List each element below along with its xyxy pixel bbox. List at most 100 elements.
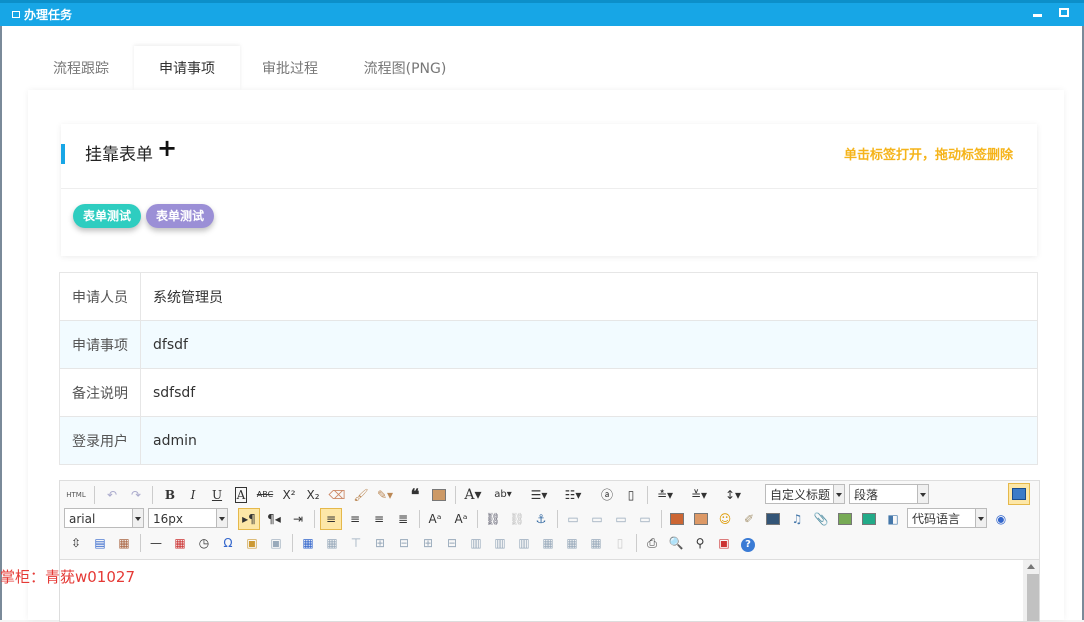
paragraph-select[interactable]: 段落	[849, 484, 929, 504]
strikethrough-icon[interactable]: ABC	[255, 485, 275, 505]
form-tag[interactable]: 表单测试	[146, 204, 215, 228]
justify-icon[interactable]: ≣	[393, 509, 413, 529]
help-icon[interactable]: ?	[738, 533, 758, 553]
font-color-icon[interactable]: A▾	[463, 485, 483, 505]
font-border-icon[interactable]: A	[231, 485, 251, 505]
search-replace-icon[interactable]: ⚲	[690, 533, 710, 553]
maximize-button[interactable]	[1059, 8, 1069, 17]
insert-image-icon[interactable]	[691, 509, 711, 529]
code-language-select[interactable]: 代码语言	[907, 508, 987, 528]
align-left-icon[interactable]: ≡	[320, 508, 342, 530]
table-row: 申请人员 系统管理员	[59, 272, 1038, 321]
simple-upload-icon[interactable]	[667, 509, 687, 529]
lowercase-icon[interactable]: Aᵃ	[451, 509, 471, 529]
background-icon[interactable]: ▦	[114, 533, 134, 553]
card-hint: 单击标签打开，拖动标签删除	[843, 148, 1013, 163]
redo-icon[interactable]: ↷	[126, 485, 146, 505]
format-brush-icon[interactable]: 🖌	[351, 485, 371, 505]
scrawl-icon[interactable]: ✐	[739, 509, 759, 529]
google-map-icon[interactable]	[859, 509, 879, 529]
unlink-icon[interactable]: ⛓	[507, 509, 527, 529]
split-cells-icon[interactable]: ▦	[538, 533, 558, 553]
font-size-select[interactable]: 16px	[148, 508, 228, 528]
link-icon[interactable]: ⛓	[483, 509, 503, 529]
tab-application-items[interactable]: 申请事项	[134, 46, 240, 90]
music-icon[interactable]: ♫	[787, 509, 807, 529]
map-icon[interactable]	[835, 509, 855, 529]
italic-icon[interactable]: I	[183, 485, 203, 505]
chart-icon[interactable]: ▯	[610, 533, 630, 553]
snapscreen-icon[interactable]: ▣	[242, 533, 262, 553]
split-rows-icon[interactable]: ▦	[562, 533, 582, 553]
image-center-icon[interactable]: ▭	[635, 509, 655, 529]
delete-col-icon[interactable]: ⊟	[442, 533, 462, 553]
scroll-thumb[interactable]	[1027, 574, 1039, 621]
bold-icon[interactable]: B	[160, 485, 180, 505]
ltr-direction-icon[interactable]: ▸¶	[238, 508, 260, 530]
page-break-icon[interactable]: ◉	[991, 509, 1011, 529]
image-left-icon[interactable]: ▭	[587, 509, 607, 529]
delete-table-icon[interactable]: ▦	[322, 533, 342, 553]
special-chars-icon[interactable]: Ω	[218, 533, 238, 553]
template-icon[interactable]: ▤	[90, 533, 110, 553]
line-height-icon[interactable]: ↕▾	[723, 485, 743, 505]
split-cols-icon[interactable]: ▦	[586, 533, 606, 553]
tab-process-tracking[interactable]: 流程跟踪	[30, 46, 132, 90]
blockquote-icon[interactable]: ❝	[405, 485, 425, 505]
editor-scrollbar[interactable]	[1023, 560, 1039, 621]
html-source-button[interactable]: HTML	[66, 485, 86, 505]
attachment-icon[interactable]: 📎	[811, 509, 831, 529]
align-right-icon[interactable]: ≡	[369, 509, 389, 529]
font-family-select[interactable]: arial	[64, 508, 144, 528]
uppercase-icon[interactable]: Aᵃ	[425, 509, 445, 529]
date-icon[interactable]: ▦	[170, 533, 190, 553]
custom-heading-select[interactable]: 自定义标题	[765, 484, 845, 504]
form-tag[interactable]: 表单测试	[73, 204, 142, 228]
image-none-icon[interactable]: ▭	[563, 509, 583, 529]
time-icon[interactable]: ◷	[194, 533, 214, 553]
insert-col-icon[interactable]: ⊞	[418, 533, 438, 553]
undo-icon[interactable]: ↶	[102, 485, 122, 505]
insert-frame-icon[interactable]: ◧	[883, 509, 903, 529]
merge-cells-icon[interactable]: ▥	[466, 533, 486, 553]
image-right-icon[interactable]: ▭	[611, 509, 631, 529]
merge-down-icon[interactable]: ▥	[514, 533, 534, 553]
add-form-icon[interactable]: +	[157, 136, 177, 160]
row-spacing-top-icon[interactable]: ≛▾	[655, 485, 675, 505]
scroll-up-icon[interactable]	[1027, 564, 1035, 569]
underline-icon[interactable]: U	[207, 485, 227, 505]
eraser-icon[interactable]: ⌫	[327, 485, 347, 505]
indent-icon[interactable]: ⇥	[288, 509, 308, 529]
tab-approval-process[interactable]: 审批过程	[240, 46, 340, 90]
minimize-button[interactable]	[1033, 14, 1042, 17]
auto-format-icon[interactable]: ✎▾	[375, 485, 395, 505]
insert-paragraph-before-table-icon[interactable]: ⊤	[346, 533, 366, 553]
print-icon[interactable]: ⎙	[642, 533, 662, 553]
clear-document-icon[interactable]: ▯	[621, 485, 641, 505]
insert-table-icon[interactable]: ▦	[298, 533, 318, 553]
tab-flowchart-png[interactable]: 流程图(PNG)	[350, 46, 460, 90]
unordered-list-icon[interactable]: ☷▾	[563, 485, 583, 505]
emotion-icon[interactable]: ☺	[715, 509, 735, 529]
insert-row-spacing-icon[interactable]: ⇳	[66, 533, 86, 553]
fullscreen-icon[interactable]	[1008, 483, 1030, 505]
delete-row-icon[interactable]: ⊟	[394, 533, 414, 553]
ordered-list-icon[interactable]: ☰▾	[529, 485, 549, 505]
drafts-icon[interactable]: ▣	[714, 533, 734, 553]
horizontal-rule-icon[interactable]: —	[146, 533, 166, 553]
superscript-icon[interactable]: X²	[279, 485, 299, 505]
preview-icon[interactable]: 🔍	[666, 533, 686, 553]
anchor-icon[interactable]: ⚓	[531, 509, 551, 529]
background-color-icon[interactable]: ab▾	[493, 485, 513, 505]
word-image-icon[interactable]: ▣	[266, 533, 286, 553]
align-center-icon[interactable]: ≡	[345, 509, 365, 529]
merge-right-icon[interactable]: ▥	[490, 533, 510, 553]
insert-row-icon[interactable]: ⊞	[370, 533, 390, 553]
select-all-icon[interactable]: ⓐ	[597, 485, 617, 505]
insert-video-icon[interactable]	[763, 509, 783, 529]
paste-plain-icon[interactable]	[429, 485, 449, 505]
subscript-icon[interactable]: X₂	[303, 485, 323, 505]
row-spacing-bottom-icon[interactable]: ≚▾	[689, 485, 709, 505]
rtl-direction-icon[interactable]: ¶◂	[264, 509, 284, 529]
editor-content-area[interactable]	[60, 560, 1022, 621]
